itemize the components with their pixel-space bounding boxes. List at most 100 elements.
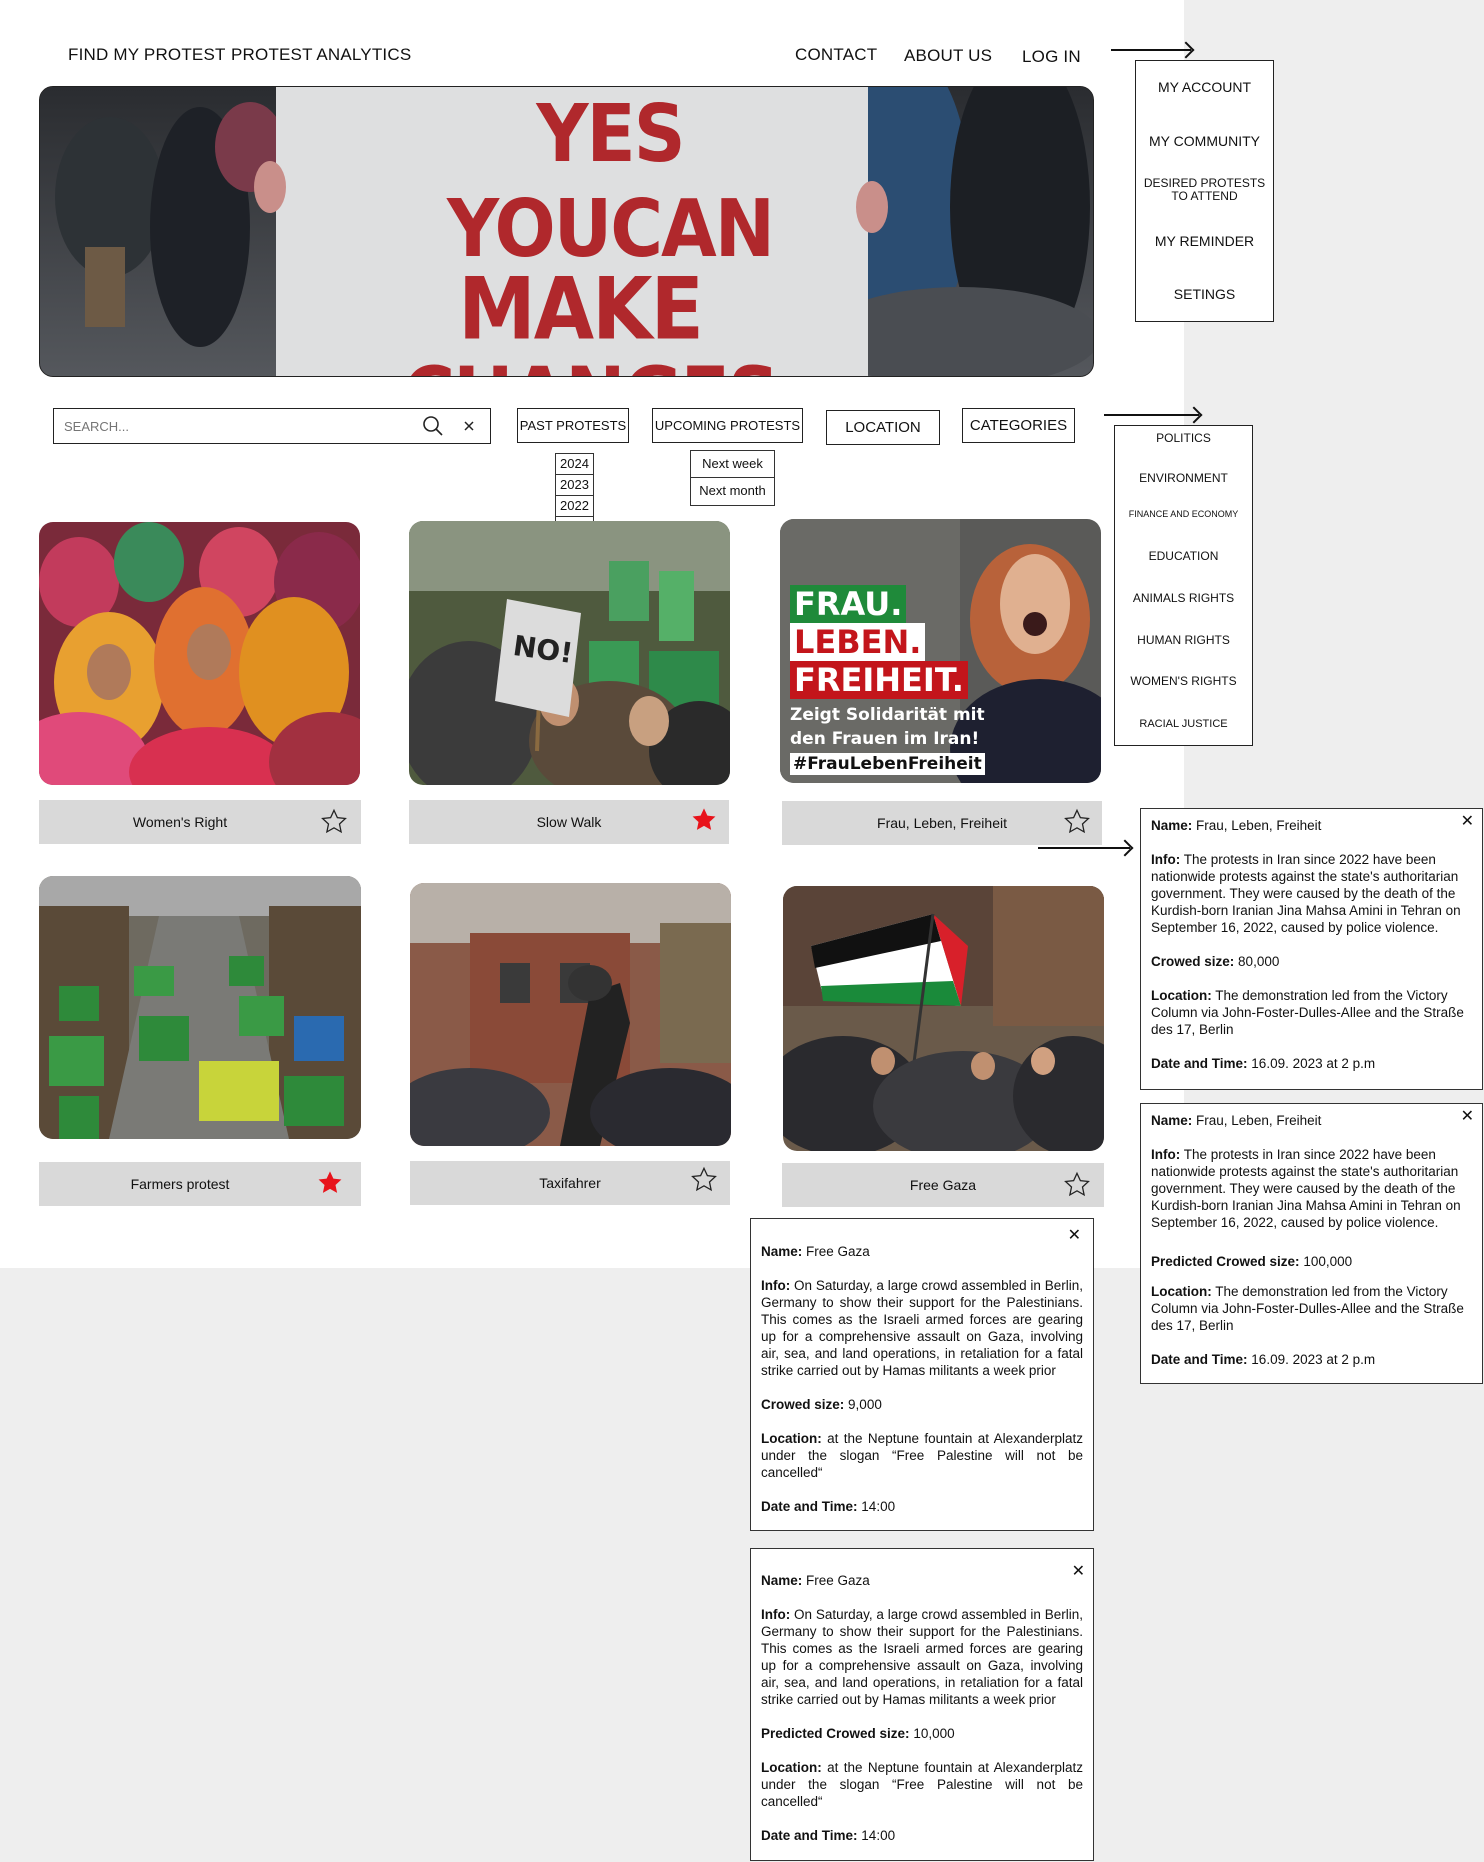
location-button[interactable]: LOCATION [826,410,940,445]
clear-icon[interactable] [463,420,475,432]
year-option[interactable]: 2023 [556,475,593,496]
card-image-slow-walk[interactable]: NO! [409,521,730,785]
label: Predicted Crowed size: [1151,1254,1300,1269]
card-title: Taxifahrer [539,1175,601,1191]
star-icon[interactable] [320,808,348,836]
close-icon[interactable]: ✕ [1461,1109,1474,1125]
upcoming-protests-button[interactable]: UPCOMING PROTESTS [652,408,803,443]
category-racial-justice[interactable]: RACIAL JUSTICE [1115,718,1252,730]
category-environment[interactable]: ENVIRONMENT [1115,471,1252,485]
year-option[interactable]: 2024 [556,454,593,475]
nav-find-my-protest[interactable]: FIND MY PROTEST [68,45,226,65]
protest-info: The protests in Iran since 2022 have bee… [1151,1147,1461,1230]
arrow-icon [1111,49,1191,51]
card-bar-slow-walk: Slow Walk [409,800,729,844]
label: Predicted Crowed size: [761,1726,910,1741]
star-icon[interactable] [1063,808,1091,836]
star-icon[interactable] [1063,1171,1091,1199]
upcoming-option-next-month[interactable]: Next month [691,478,774,504]
protest-name: Free Gaza [806,1244,870,1259]
arrow-icon [1104,414,1199,416]
nav-contact[interactable]: CONTACT [795,45,877,65]
close-icon[interactable]: ✕ [1068,1228,1081,1244]
womens-right-photo [39,522,360,785]
upcoming-option-next-week[interactable]: Next week [691,451,774,478]
card-bar-farmers-protest: Farmers protest [39,1162,361,1206]
label: Info: [761,1278,791,1293]
card-image-taxifahrer[interactable] [410,883,731,1146]
protest-name: Free Gaza [806,1573,870,1588]
hero-slogan: YES YOUCAN MAKE CHANGES [402,88,800,377]
card-bar-womens-right: Women's Right [39,800,361,844]
predicted-crowd-size: 10,000 [913,1726,955,1741]
protest-details-popup: ✕ Name: Free Gaza Info: On Saturday, a l… [750,1218,1094,1531]
protest-details-popup: ✕ Name: Frau, Leben, Freiheit Info: The … [1140,808,1483,1090]
poster-line1: FRAU. [790,585,907,623]
category-politics[interactable]: POLITICS [1115,431,1252,445]
poster-sub2: den Frauen im Iran! [790,729,980,749]
card-title: Farmers protest [130,1176,230,1192]
menu-settings[interactable]: SETINGS [1136,286,1273,302]
poster-hashtag: #FrauLebenFreiheit [790,753,985,775]
nav-log-in[interactable]: LOG IN [1022,47,1081,67]
card-image-farmers-protest[interactable] [39,876,361,1139]
protest-info: The protests in Iran since 2022 have bee… [1151,852,1461,935]
protest-date: 16.09. 2023 at 2 p.m [1251,1056,1376,1071]
hero-slogan-line2: MAKE [458,260,704,360]
close-icon[interactable]: ✕ [1461,814,1474,830]
menu-desired-protests-line2: TO ATTEND [1171,189,1238,203]
star-icon[interactable] [690,1166,718,1194]
menu-my-community[interactable]: MY COMMUNITY [1136,133,1273,149]
poster-line2: LEBEN. [790,623,926,661]
hero-slogan-line3: CHANGES [380,349,800,376]
category-finance-economy[interactable]: FINANCE AND ECONOMY [1115,509,1252,519]
star-icon-favorite[interactable] [690,806,718,834]
star-icon-favorite[interactable] [316,1169,344,1197]
past-protests-button[interactable]: PAST PROTESTS [517,408,629,443]
protest-name: Frau, Leben, Freiheit [1196,818,1322,833]
protest-info: On Saturday, a large crowd assembled in … [761,1278,1083,1378]
menu-my-reminder[interactable]: MY REMINDER [1136,233,1273,249]
category-human-rights[interactable]: HUMAN RIGHTS [1115,633,1252,647]
search-icon[interactable] [421,414,445,438]
card-image-womens-right[interactable] [39,522,360,785]
close-icon[interactable]: ✕ [1072,1564,1085,1580]
categories-button[interactable]: CATEGORIES [962,408,1075,443]
label: Info: [1151,852,1181,867]
protest-details-popup-predicted: ✕ Name: Frau, Leben, Freiheit Info: The … [1140,1103,1483,1384]
label: Date and Time: [1151,1056,1248,1071]
nav-protest-analytics[interactable]: PROTEST ANALYTICS [231,45,411,65]
nav-about-us[interactable]: ABOUT US [904,46,992,66]
menu-desired-protests[interactable]: DESIRED PROTESTS TO ATTEND [1136,177,1273,203]
menu-my-account[interactable]: MY ACCOUNT [1136,79,1273,95]
poster-sub1: Zeigt Solidarität mit [790,705,985,725]
search-input[interactable] [64,416,404,436]
year-option[interactable]: 2022 [556,496,593,517]
account-menu: MY ACCOUNT MY COMMUNITY DESIRED PROTESTS… [1135,60,1274,322]
card-bar-taxifahrer: Taxifahrer [410,1161,730,1205]
category-womens-rights[interactable]: WOMEN'S RIGHTS [1115,674,1252,688]
label: Date and Time: [761,1499,858,1514]
label: Location: [761,1431,822,1446]
hero-slogan-line1: YES YOUCAN [446,87,775,275]
protest-info: On Saturday, a large crowd assembled in … [761,1607,1083,1707]
label: Name: [761,1244,803,1259]
label: Name: [1151,818,1193,833]
crowd-size: 9,000 [848,1397,882,1412]
card-image-frau-leben-freiheit[interactable]: FRAU. LEBEN. FREIHEIT. Zeigt Solidarität… [780,519,1101,783]
card-bar-frau-leben-freiheit: Frau, Leben, Freiheit [782,801,1102,845]
protest-date: 14:00 [861,1828,896,1843]
label: Date and Time: [761,1828,858,1843]
label: Name: [761,1573,803,1588]
category-education[interactable]: EDUCATION [1115,549,1252,563]
label: Crowed size: [761,1397,845,1412]
crowd-size: 80,000 [1238,954,1280,969]
frau-poster: FRAU. LEBEN. FREIHEIT. Zeigt Solidarität… [790,585,1020,775]
protest-name: Frau, Leben, Freiheit [1196,1113,1322,1128]
predicted-crowd-size: 100,000 [1303,1254,1353,1269]
label: Location: [1151,988,1212,1003]
card-image-free-gaza[interactable] [783,886,1104,1151]
categories-menu: POLITICS ENVIRONMENT FINANCE AND ECONOMY… [1114,425,1253,746]
category-animals-rights[interactable]: ANIMALS RIGHTS [1115,591,1252,605]
protest-details-popup-predicted: ✕ Name: Free Gaza Info: On Saturday, a l… [750,1548,1094,1861]
